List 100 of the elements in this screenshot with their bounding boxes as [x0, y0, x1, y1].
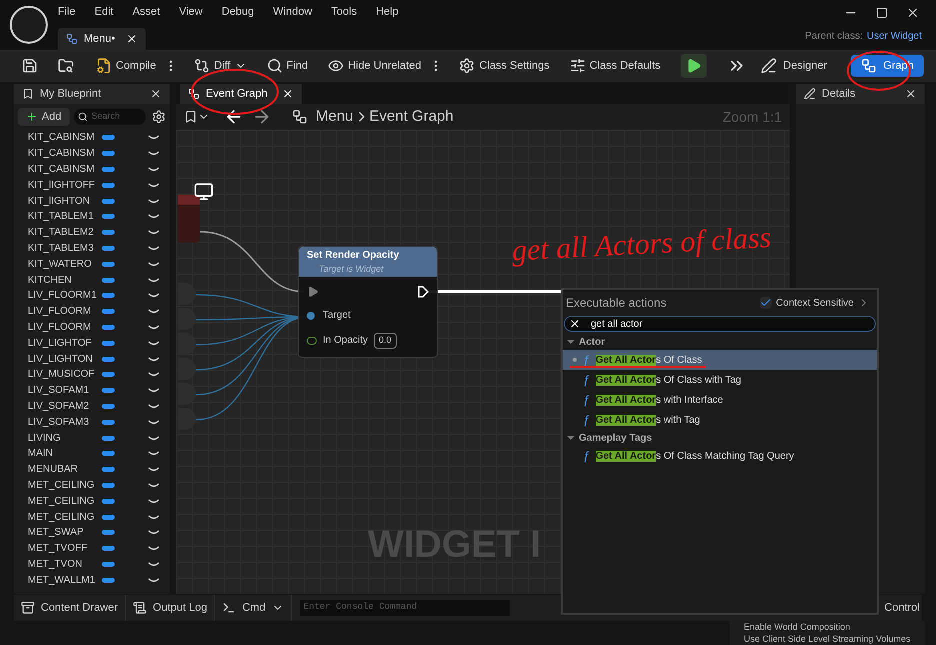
closed-eye-icon[interactable] [148, 514, 160, 520]
menu-item[interactable]: Window [273, 4, 312, 21]
bottom-bar-button[interactable]: Output Log [126, 595, 216, 621]
node-stub[interactable] [178, 408, 196, 430]
menu-item[interactable]: Asset [132, 4, 160, 21]
variable-name[interactable]: MET_CEILING [28, 494, 102, 509]
close-icon[interactable] [905, 88, 917, 100]
menu-item[interactable]: Help [376, 4, 399, 21]
variable-name[interactable]: KIT_CABINSM [28, 146, 102, 162]
variable-name[interactable]: LIV_SOFAM2 [28, 398, 102, 414]
variable-name[interactable]: LIV_FLOORM [28, 320, 102, 335]
node-stub[interactable] [178, 358, 196, 380]
variable-name[interactable]: LIV_MUSICOF [28, 367, 102, 382]
closed-eye-icon[interactable] [148, 372, 160, 378]
closed-eye-icon[interactable] [148, 293, 160, 298]
function-node[interactable]: Set Render Opacity Target is Widget Target In Opacity 0.0 [298, 246, 438, 358]
closed-eye-icon[interactable] [148, 546, 160, 552]
variable-name[interactable]: KIT_CABINSM [28, 130, 102, 146]
engine-logo[interactable] [10, 6, 48, 44]
exec-in-pin-icon[interactable] [307, 286, 319, 298]
closed-eye-icon[interactable] [148, 467, 160, 472]
variable-name[interactable]: MET_TVOFF [28, 541, 102, 556]
node-stub[interactable] [178, 333, 196, 355]
close-icon[interactable] [282, 88, 294, 100]
variable-name[interactable]: KIT_WATERO [28, 256, 102, 272]
settings-icon[interactable] [152, 110, 166, 124]
closed-eye-icon[interactable] [148, 182, 160, 188]
bottom-bar-button[interactable]: Cmd [215, 595, 292, 621]
variable-name[interactable]: MENUBAR [28, 462, 102, 478]
bottom-bar-button[interactable]: Content Drawer [14, 595, 126, 621]
panel-tab[interactable]: Details [796, 84, 925, 104]
context-sensitive-checkbox[interactable] [760, 297, 772, 309]
menu-item[interactable]: Debug [222, 4, 254, 21]
variable-name[interactable]: KIT_lIGHTON [28, 194, 102, 209]
clear-icon[interactable] [569, 318, 581, 330]
closed-eye-icon[interactable] [148, 578, 160, 583]
menu-item[interactable]: File [58, 4, 76, 21]
closed-eye-icon[interactable] [148, 324, 160, 330]
parent-class-link[interactable]: User Widget [866, 29, 922, 44]
search-field[interactable]: Search [92, 110, 142, 124]
closed-eye-icon[interactable] [148, 451, 160, 456]
variable-name[interactable]: LIV_LIGHTOF [28, 336, 102, 351]
document-tab[interactable]: Menu• [58, 28, 146, 50]
closed-eye-icon[interactable] [148, 562, 160, 567]
target-pin-icon[interactable] [307, 312, 315, 320]
closed-eye-icon[interactable] [148, 388, 160, 394]
console-input[interactable]: Enter Console Command [304, 601, 506, 615]
variable-name[interactable]: KIT_TABLEM1 [28, 209, 102, 224]
mode-button[interactable]: Designer [751, 55, 838, 77]
breadcrumb-link[interactable]: Menu [316, 106, 354, 128]
variable-name[interactable]: MET_CEILING [28, 510, 102, 525]
menu-item[interactable]: View [179, 4, 203, 21]
opacity-pin-icon[interactable] [307, 336, 317, 345]
toolbar-button[interactable]: Class Settings [455, 54, 554, 78]
toolbar-button[interactable]: Compile [92, 54, 160, 78]
play-button[interactable] [680, 54, 707, 78]
variable-name[interactable]: LIVING [28, 430, 102, 446]
closed-eye-icon[interactable] [148, 246, 160, 251]
variable-name[interactable]: MET_SWAP [28, 525, 102, 540]
closed-eye-icon[interactable] [148, 356, 160, 362]
search-box[interactable]: Search [74, 109, 146, 125]
variable-name[interactable]: MET_CEILING [28, 478, 102, 493]
panel-tab[interactable]: Event Graph [180, 84, 302, 104]
toolbar-button[interactable]: Hide Unrelated [324, 54, 426, 78]
menu-item[interactable]: Edit [94, 4, 114, 21]
browse-icon[interactable] [58, 58, 74, 74]
exec-out-pin-icon[interactable] [418, 286, 429, 298]
closed-eye-icon[interactable] [148, 135, 160, 140]
add-button[interactable]: Add [18, 108, 70, 126]
variable-name[interactable]: LIV_SOFAM1 [28, 383, 102, 398]
variable-name[interactable]: KIT_TABLEM3 [28, 240, 102, 256]
closed-eye-icon[interactable] [148, 340, 160, 346]
closed-eye-icon[interactable] [148, 151, 160, 156]
maximize-icon[interactable] [876, 6, 888, 18]
closed-eye-icon[interactable] [148, 498, 160, 504]
variable-name[interactable]: KITCHEN [28, 272, 102, 288]
closed-eye-icon[interactable] [148, 166, 160, 172]
closed-eye-icon[interactable] [148, 198, 160, 204]
node-stub[interactable] [178, 308, 196, 330]
variable-name[interactable]: MAIN [28, 446, 102, 462]
close-icon[interactable] [150, 88, 162, 100]
closed-eye-icon[interactable] [148, 230, 160, 236]
event-node[interactable] [178, 195, 200, 243]
toolbar-button[interactable]: Diff [190, 54, 251, 78]
save-icon[interactable] [22, 58, 38, 74]
opacity-field[interactable]: 0.0 [374, 333, 397, 348]
variable-name[interactable]: KIT_TABLEM2 [28, 225, 102, 240]
closed-eye-icon[interactable] [148, 309, 160, 314]
variable-name[interactable]: LIV_SOFAM3 [28, 414, 102, 430]
console-box[interactable]: Enter Console Command [300, 600, 510, 616]
closed-eye-icon[interactable] [148, 214, 160, 220]
closed-eye-icon[interactable] [148, 404, 160, 409]
menu-item[interactable]: Tools [331, 4, 358, 21]
variable-name[interactable]: LIV_LIGHTON [28, 352, 102, 367]
toolbar-button[interactable]: Find [262, 54, 312, 78]
closed-eye-icon[interactable] [148, 278, 160, 283]
variable-name[interactable]: MET_TVON [28, 556, 102, 572]
toolbar-button[interactable]: Class Defaults [566, 54, 665, 78]
closed-eye-icon[interactable] [148, 482, 160, 488]
closed-eye-icon[interactable] [148, 436, 160, 441]
